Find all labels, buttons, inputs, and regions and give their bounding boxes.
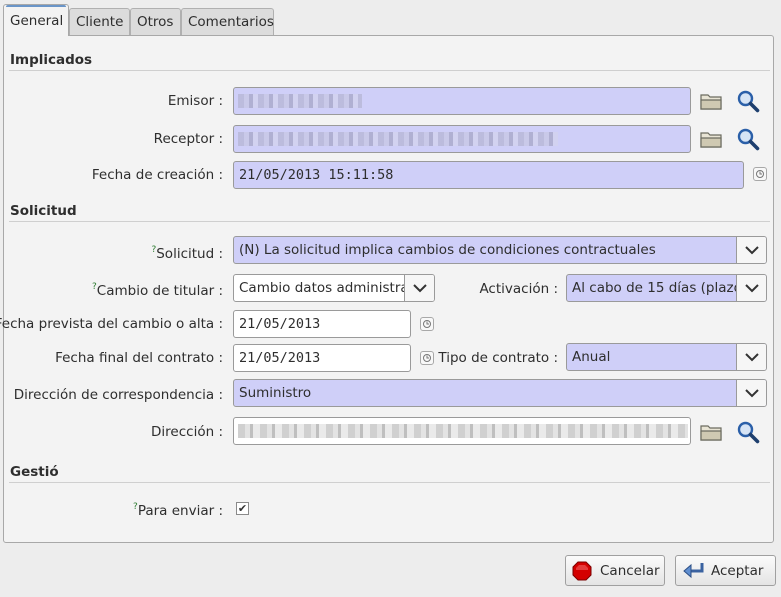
cambio-titular-label: ?Cambio de titular : <box>92 282 223 299</box>
date-picker-icon[interactable] <box>420 317 434 331</box>
chevron-down-icon[interactable] <box>736 237 766 263</box>
chevron-down-icon[interactable] <box>736 344 766 370</box>
direccion-label: Dirección : <box>151 424 223 440</box>
accept-label: Aceptar <box>711 562 764 579</box>
folder-icon[interactable] <box>699 89 723 113</box>
folder-icon[interactable] <box>699 420 723 444</box>
emisor-label: Emisor : <box>167 93 223 109</box>
stop-icon <box>572 561 592 580</box>
activacion-value: Al cabo de 15 días (plazo <box>572 280 742 296</box>
chevron-down-icon[interactable] <box>736 275 766 301</box>
chevron-down-icon[interactable] <box>736 380 766 406</box>
tipo-contrato-select[interactable]: Anual <box>566 343 767 371</box>
date-picker-icon[interactable] <box>753 167 767 181</box>
tab-comentarios[interactable]: Comentarios <box>181 8 274 35</box>
direccion-corresp-label: Dirección de correspondencia : <box>13 387 223 403</box>
fecha-prevista-field[interactable]: 21/05/2013 <box>233 310 411 338</box>
para-enviar-checkbox[interactable]: ✔ <box>236 502 249 515</box>
cambio-titular-select[interactable]: Cambio datos administrat <box>233 274 435 302</box>
fecha-final-field[interactable]: 21/05/2013 <box>233 344 411 372</box>
activacion-label: Activación : <box>479 281 558 297</box>
folder-icon[interactable] <box>699 127 723 151</box>
search-icon[interactable] <box>736 89 760 113</box>
section-implicados-title: Implicados <box>10 52 93 68</box>
activacion-select[interactable]: Al cabo de 15 días (plazo <box>566 274 767 302</box>
tab-cliente[interactable]: Cliente <box>69 8 130 35</box>
section-gestio-title: Gestió <box>10 464 59 480</box>
redacted-text <box>238 94 362 108</box>
emisor-field[interactable] <box>233 87 691 115</box>
direccion-field[interactable] <box>233 417 691 445</box>
date-picker-icon[interactable] <box>420 351 434 365</box>
enter-arrow-icon <box>683 562 704 578</box>
cambio-titular-value: Cambio datos administrat <box>239 280 414 296</box>
solicitud-select[interactable]: (N) La solicitud implica cambios de cond… <box>233 236 767 264</box>
fecha-creacion-label: Fecha de creación : <box>91 167 223 183</box>
tipo-contrato-label: Tipo de contrato : <box>438 350 558 366</box>
redacted-text <box>238 424 688 438</box>
search-icon[interactable] <box>736 420 760 444</box>
fecha-creacion-field[interactable]: 21/05/2013 15:11:58 <box>233 161 744 189</box>
general-panel: Implicados Emisor : Receptor : Fecha de … <box>0 35 774 543</box>
section-solicitud-title: Solicitud <box>10 203 77 219</box>
solicitud-label: ?Solicitud : <box>151 245 223 262</box>
solicitud-value: (N) La solicitud implica cambios de cond… <box>239 242 656 258</box>
cancel-button[interactable]: Cancelar <box>565 555 665 586</box>
receptor-label: Receptor : <box>153 131 223 147</box>
divider <box>9 70 770 71</box>
tipo-contrato-value: Anual <box>572 349 611 365</box>
redacted-text <box>238 132 558 146</box>
accept-button[interactable]: Aceptar <box>675 555 776 586</box>
search-icon[interactable] <box>736 127 760 151</box>
divider <box>9 221 770 222</box>
receptor-field[interactable] <box>233 125 691 153</box>
cancel-label: Cancelar <box>600 562 660 579</box>
direccion-corresp-select[interactable]: Suministro <box>233 379 767 407</box>
tab-otros[interactable]: Otros <box>130 8 181 35</box>
para-enviar-label: ?Para enviar : <box>133 502 223 519</box>
tab-general[interactable]: General <box>3 4 69 36</box>
fecha-prevista-label: Fecha prevista del cambio o alta : <box>0 316 223 332</box>
fecha-final-label: Fecha final del contrato : <box>55 350 223 366</box>
chevron-down-icon[interactable] <box>404 275 434 301</box>
divider <box>9 482 770 483</box>
direccion-corresp-value: Suministro <box>239 385 312 401</box>
